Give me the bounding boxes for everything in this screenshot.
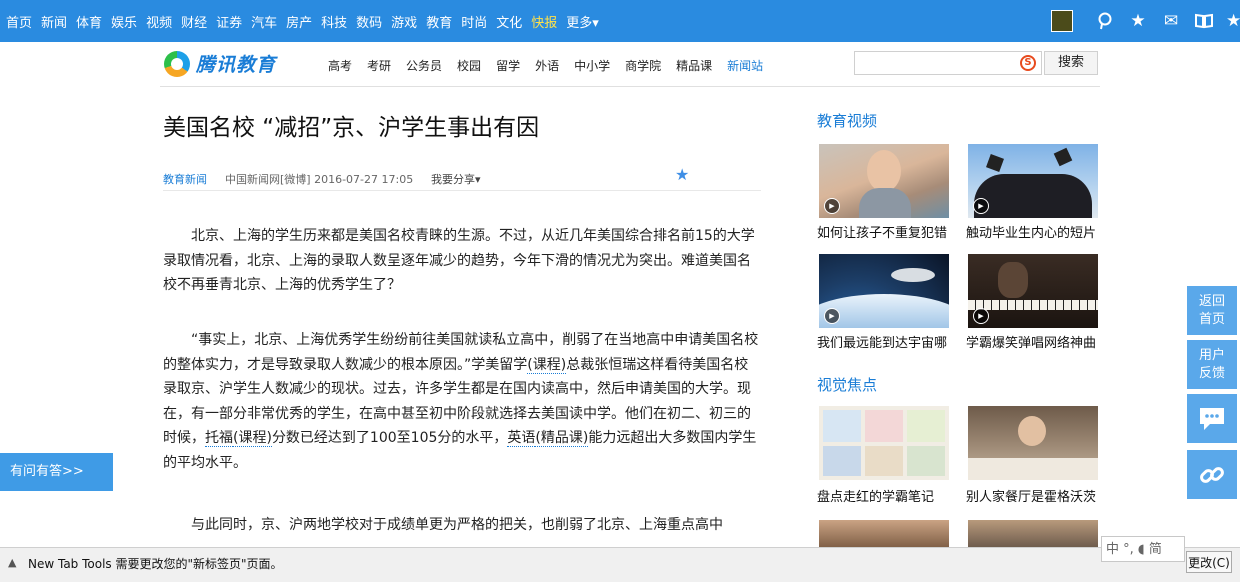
sogou-search-icon: S (1020, 55, 1036, 71)
channel-nav-item[interactable]: 公务员 (406, 57, 442, 74)
top-icons: ★ ✉ ★ (1051, 0, 1240, 42)
channel-nav-item[interactable]: 留学 (496, 57, 520, 74)
qa-tab[interactable]: 有问有答>> (0, 453, 113, 491)
tencent-logo-icon (164, 50, 190, 77)
info-icon: ▲ (8, 556, 17, 569)
top-navigation-bar: 首页 新闻 体育 娱乐 视频 财经 证券 汽车 房产 科技 数码 游戏 教育 时尚 文化 快报 更多▾ ★ ✉ … (0, 0, 1240, 42)
channel-nav-item[interactable]: 高考 (328, 57, 352, 74)
comment-button[interactable] (1187, 394, 1237, 443)
article-title: 美国名校 “减招”京、沪学生事出有因 (163, 115, 540, 141)
video-caption[interactable]: 我们最远能到达宇宙哪 (817, 332, 951, 351)
article-paragraph-3: 与此同时，京、沪两地学校对于成绩单更为严格的把关，也削弱了北京、上海重点高中 (191, 517, 723, 533)
article-meta: 教育新闻 中国新闻网[微博] 2016-07-27 17:05 我要分享▾ ★ (163, 165, 761, 191)
course-link[interactable]: (课程) (527, 356, 567, 374)
play-icon: ▶ (824, 198, 840, 214)
focus-thumbnail[interactable] (968, 406, 1098, 480)
top-nav-item[interactable]: 娱乐 (111, 12, 137, 31)
english-link[interactable]: 英语 (507, 430, 536, 447)
video-thumbnail[interactable]: ▶ (968, 144, 1098, 218)
article-category-link[interactable]: 教育新闻 (163, 171, 207, 187)
top-nav-item[interactable]: 教育 (426, 12, 452, 31)
video-thumbnail[interactable]: ▶ (968, 254, 1098, 328)
video-thumbnail[interactable]: ▶ (819, 144, 949, 218)
logo[interactable]: 腾讯教育 (164, 50, 276, 77)
english-course-link[interactable]: (精品课) (535, 430, 589, 447)
site-header: 腾讯教育 高考 考研 公务员 校园 留学 外语 中小学 商学院 精品课 新闻站 S 搜索 (160, 42, 1100, 87)
focus-caption[interactable]: 盘点走红的学霸笔记 (817, 486, 951, 505)
channel-nav-item[interactable]: 校园 (457, 57, 481, 74)
top-nav-item[interactable]: 数码 (356, 12, 382, 31)
ime-indicator[interactable]: 中 °, ◖ 简 (1101, 536, 1185, 562)
channel-nav-item[interactable]: 中小学 (574, 57, 610, 74)
article: 美国名校 “减招”京、沪学生事出有因 教育新闻 中国新闻网[微博] 2016-0… (163, 110, 763, 533)
top-nav-item[interactable]: 新闻 (41, 12, 67, 31)
article-paragraph-1: 北京、上海的学生历来都是美国名校青睐的生源。不过，从近几年美国综合排名前15的大… (163, 228, 755, 293)
play-icon: ▶ (973, 308, 989, 324)
top-nav-item[interactable]: 快报 (531, 12, 557, 31)
link-icon (1200, 466, 1224, 483)
focus-thumbnail[interactable] (819, 406, 949, 480)
video-section-title[interactable]: 教育视频 (817, 110, 877, 131)
book-icon[interactable] (1193, 10, 1215, 32)
top-nav-item[interactable]: 证券 (216, 12, 242, 31)
top-nav-item[interactable]: 房产 (286, 12, 312, 31)
channel-nav-item[interactable]: 新闻站 (727, 57, 763, 74)
toefl-link[interactable]: 托福 (205, 430, 233, 447)
article-paragraph-2: “事实上，北京、上海优秀学生纷纷前往美国就读私立高中，削弱了在当地高中申请美国名… (163, 328, 761, 475)
change-button[interactable]: 更改(C) (1186, 551, 1232, 573)
notification-message: New Tab Tools 需要更改您的"新标签页"页面。 (28, 557, 283, 571)
channel-nav-item[interactable]: 商学院 (625, 57, 661, 74)
focus-section-title[interactable]: 视觉焦点 (817, 374, 877, 395)
top-nav-item[interactable]: 游戏 (391, 12, 417, 31)
search-icon[interactable] (1094, 10, 1116, 32)
top-nav-item[interactable]: 体育 (76, 12, 102, 31)
top-nav: 首页 新闻 体育 娱乐 视频 财经 证券 汽车 房产 科技 数码 游戏 教育 时尚 文化 快报 更多▾ (6, 0, 608, 42)
top-nav-item[interactable]: 视频 (146, 12, 172, 31)
video-caption[interactable]: 触动毕业生内心的短片 (966, 222, 1100, 241)
mail-icon[interactable]: ✉ (1160, 10, 1182, 32)
favorite-icon[interactable]: ★ (1226, 10, 1240, 32)
top-nav-item[interactable]: 时尚 (461, 12, 487, 31)
back-to-home-label: 返回首页 (1198, 293, 1225, 327)
star-icon[interactable]: ★ (1127, 10, 1149, 32)
focus-thumbnail[interactable] (819, 520, 949, 548)
video-caption[interactable]: 学霸爆笑弹唱网络神曲 (966, 332, 1100, 351)
notification-bar: ▲ New Tab Tools 需要更改您的"新标签页"页面。 更改(C) (0, 547, 1240, 582)
focus-thumbnail[interactable] (968, 520, 1098, 548)
user-feedback-label: 用户反馈 (1198, 347, 1225, 381)
channel-nav-item[interactable]: 精品课 (676, 57, 712, 74)
back-to-home-button[interactable]: 返回首页 (1187, 286, 1237, 335)
share-link-button[interactable] (1187, 450, 1237, 499)
search-input[interactable]: S (854, 51, 1042, 75)
play-icon: ▶ (824, 308, 840, 324)
focus-caption[interactable]: 别人家餐厅是霍格沃茨 (966, 486, 1100, 505)
top-nav-item[interactable]: 科技 (321, 12, 347, 31)
favorite-star-icon[interactable]: ★ (675, 165, 689, 184)
top-nav-item[interactable]: 汽车 (251, 12, 277, 31)
paragraph-text: 分数已经达到了100至105分的水平， (271, 430, 508, 446)
channel-nav: 高考 考研 公务员 校园 留学 外语 中小学 商学院 精品课 新闻站 (328, 57, 778, 74)
video-caption[interactable]: 如何让孩子不重复犯错 (817, 222, 951, 241)
comment-icon (1200, 407, 1224, 430)
user-feedback-button[interactable]: 用户反馈 (1187, 340, 1237, 389)
logo-text: 腾讯教育 (196, 54, 277, 76)
toefl-course-link[interactable]: (课程) (233, 430, 272, 447)
share-dropdown[interactable]: 我要分享▾ (431, 171, 481, 187)
search-button[interactable]: 搜索 (1044, 51, 1098, 75)
top-nav-item[interactable]: 文化 (496, 12, 522, 31)
top-nav-item[interactable]: 首页 (6, 12, 32, 31)
channel-nav-item[interactable]: 外语 (535, 57, 559, 74)
top-nav-item[interactable]: 财经 (181, 12, 207, 31)
top-nav-item[interactable]: 更多▾ (566, 12, 599, 31)
play-icon: ▶ (973, 198, 989, 214)
article-source: 中国新闻网[微博] 2016-07-27 17:05 (225, 173, 414, 186)
channel-nav-item[interactable]: 考研 (367, 57, 391, 74)
video-thumbnail[interactable]: ▶ (819, 254, 949, 328)
avatar[interactable] (1051, 10, 1073, 32)
